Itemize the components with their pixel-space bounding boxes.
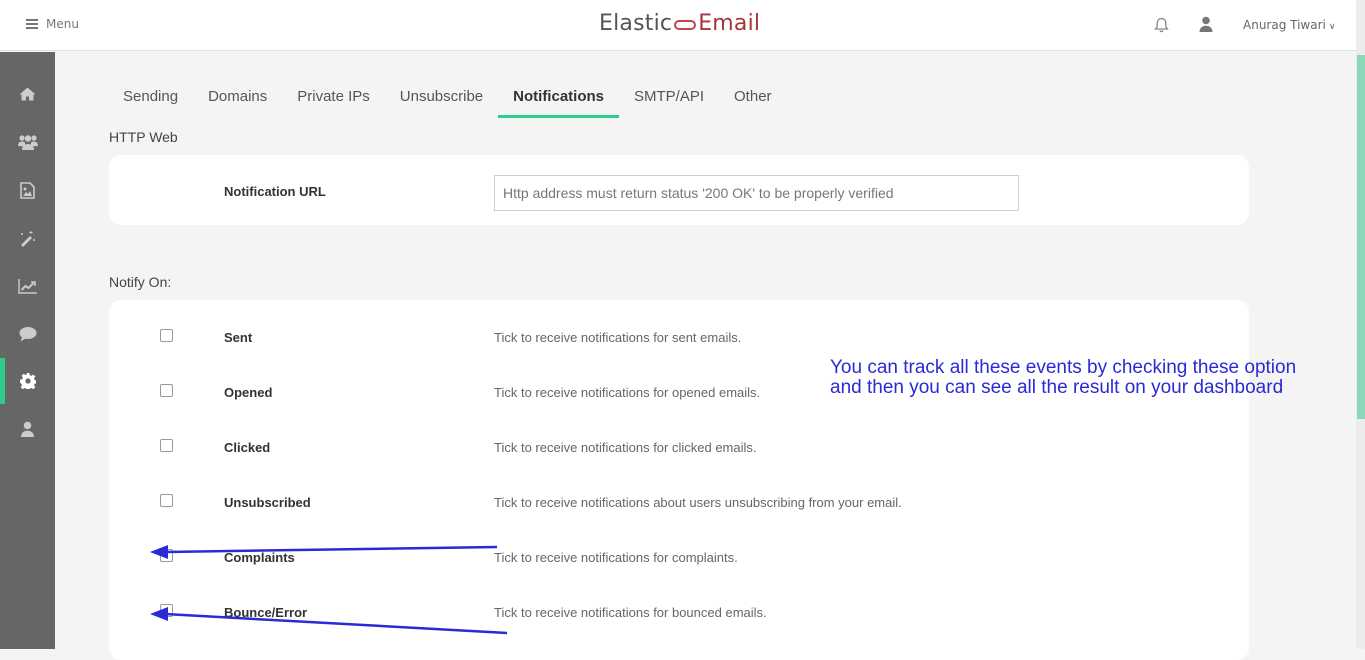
sidebar-item-reports[interactable] (0, 263, 55, 309)
tab-smtp-api[interactable]: SMTP/API (619, 82, 719, 118)
option-description: Tick to receive notifications about user… (494, 495, 902, 510)
image-file-icon (20, 181, 35, 199)
notify-option-bounce-error: Bounce/Error Tick to receive notificatio… (109, 604, 1249, 634)
user-name: Anurag Tiwari (1243, 18, 1326, 32)
annotation-line-1: You can track all these events by checki… (830, 357, 1297, 378)
option-description: Tick to receive notifications for compla… (494, 550, 738, 565)
gear-icon (19, 373, 36, 389)
tab-private-ips[interactable]: Private IPs (282, 82, 385, 118)
notification-url-label: Notification URL (224, 184, 326, 199)
tab-unsubscribe[interactable]: Unsubscribe (385, 82, 498, 118)
notify-option-complaints: Complaints Tick to receive notifications… (109, 549, 1249, 579)
tab-other[interactable]: Other (719, 82, 787, 118)
link-icon (674, 19, 697, 30)
sidebar-item-chat[interactable] (0, 311, 55, 357)
logo-part2: Email (698, 11, 761, 36)
option-label: Unsubscribed (224, 495, 311, 510)
hamburger-icon (26, 19, 38, 29)
settings-tabs: Sending Domains Private IPs Unsubscribe … (108, 82, 787, 118)
http-web-card: Notification URL (109, 155, 1249, 225)
complaints-checkbox[interactable] (160, 549, 173, 562)
sidebar-item-contacts[interactable] (0, 119, 55, 165)
notify-on-card: Sent Tick to receive notifications for s… (109, 300, 1249, 660)
logo-part1: Elastic (599, 11, 673, 36)
option-label: Sent (224, 330, 253, 345)
sidebar-item-settings[interactable] (0, 358, 55, 404)
opened-checkbox[interactable] (160, 384, 173, 397)
notify-option-unsubscribed: Unsubscribed Tick to receive notificatio… (109, 494, 1249, 524)
option-label: Opened (224, 385, 273, 400)
chevron-down-icon: ∨ (1328, 22, 1336, 32)
option-label: Bounce/Error (224, 605, 308, 620)
option-description: Tick to receive notifications for sent e… (494, 330, 742, 345)
option-label: Complaints (224, 550, 295, 565)
sidebar-item-campaigns[interactable] (0, 215, 55, 261)
unsubscribed-checkbox[interactable] (160, 494, 173, 507)
option-description: Tick to receive notifications for opened… (494, 385, 761, 400)
notify-option-sent: Sent Tick to receive notifications for s… (109, 329, 1249, 359)
menu-label: Menu (46, 17, 79, 31)
http-web-heading: HTTP Web (109, 129, 178, 145)
chart-icon (17, 279, 37, 294)
users-icon (17, 135, 38, 150)
notification-url-input[interactable] (494, 175, 1019, 211)
sidebar-item-account[interactable] (0, 406, 55, 452)
tab-notifications[interactable]: Notifications (498, 82, 619, 118)
clicked-checkbox[interactable] (160, 439, 173, 452)
sent-checkbox[interactable] (160, 329, 173, 342)
chat-bubble-icon (19, 327, 36, 342)
option-description: Tick to receive notifications for clicke… (494, 440, 757, 455)
option-description: Tick to receive notifications for bounce… (494, 605, 767, 620)
tab-domains[interactable]: Domains (193, 82, 282, 118)
top-bar: Menu Elastic Email Anurag Tiwari ∨ (0, 0, 1356, 51)
notify-on-heading: Notify On: (109, 274, 172, 290)
user-icon (21, 421, 34, 437)
scrollbar-thumb[interactable] (1357, 55, 1365, 419)
menu-button[interactable]: Menu (26, 17, 79, 31)
user-icon[interactable] (1199, 16, 1213, 36)
annotation-line-2: and then you can see all the result on y… (830, 377, 1284, 398)
bounce-error-checkbox[interactable] (160, 604, 173, 617)
bell-icon[interactable] (1154, 17, 1169, 37)
annotation-text: You can track all these events by checki… (830, 358, 1296, 398)
logo[interactable]: Elastic Email (599, 11, 760, 36)
option-label: Clicked (224, 440, 271, 455)
sidebar-item-home[interactable] (0, 71, 55, 117)
magic-wand-icon (21, 230, 35, 247)
sidebar-item-templates[interactable] (0, 167, 55, 213)
home-icon (19, 87, 36, 101)
notify-option-clicked: Clicked Tick to receive notifications fo… (109, 439, 1249, 469)
tab-sending[interactable]: Sending (108, 82, 193, 118)
sidebar (0, 52, 55, 649)
user-menu[interactable]: Anurag Tiwari ∨ (1243, 18, 1335, 32)
